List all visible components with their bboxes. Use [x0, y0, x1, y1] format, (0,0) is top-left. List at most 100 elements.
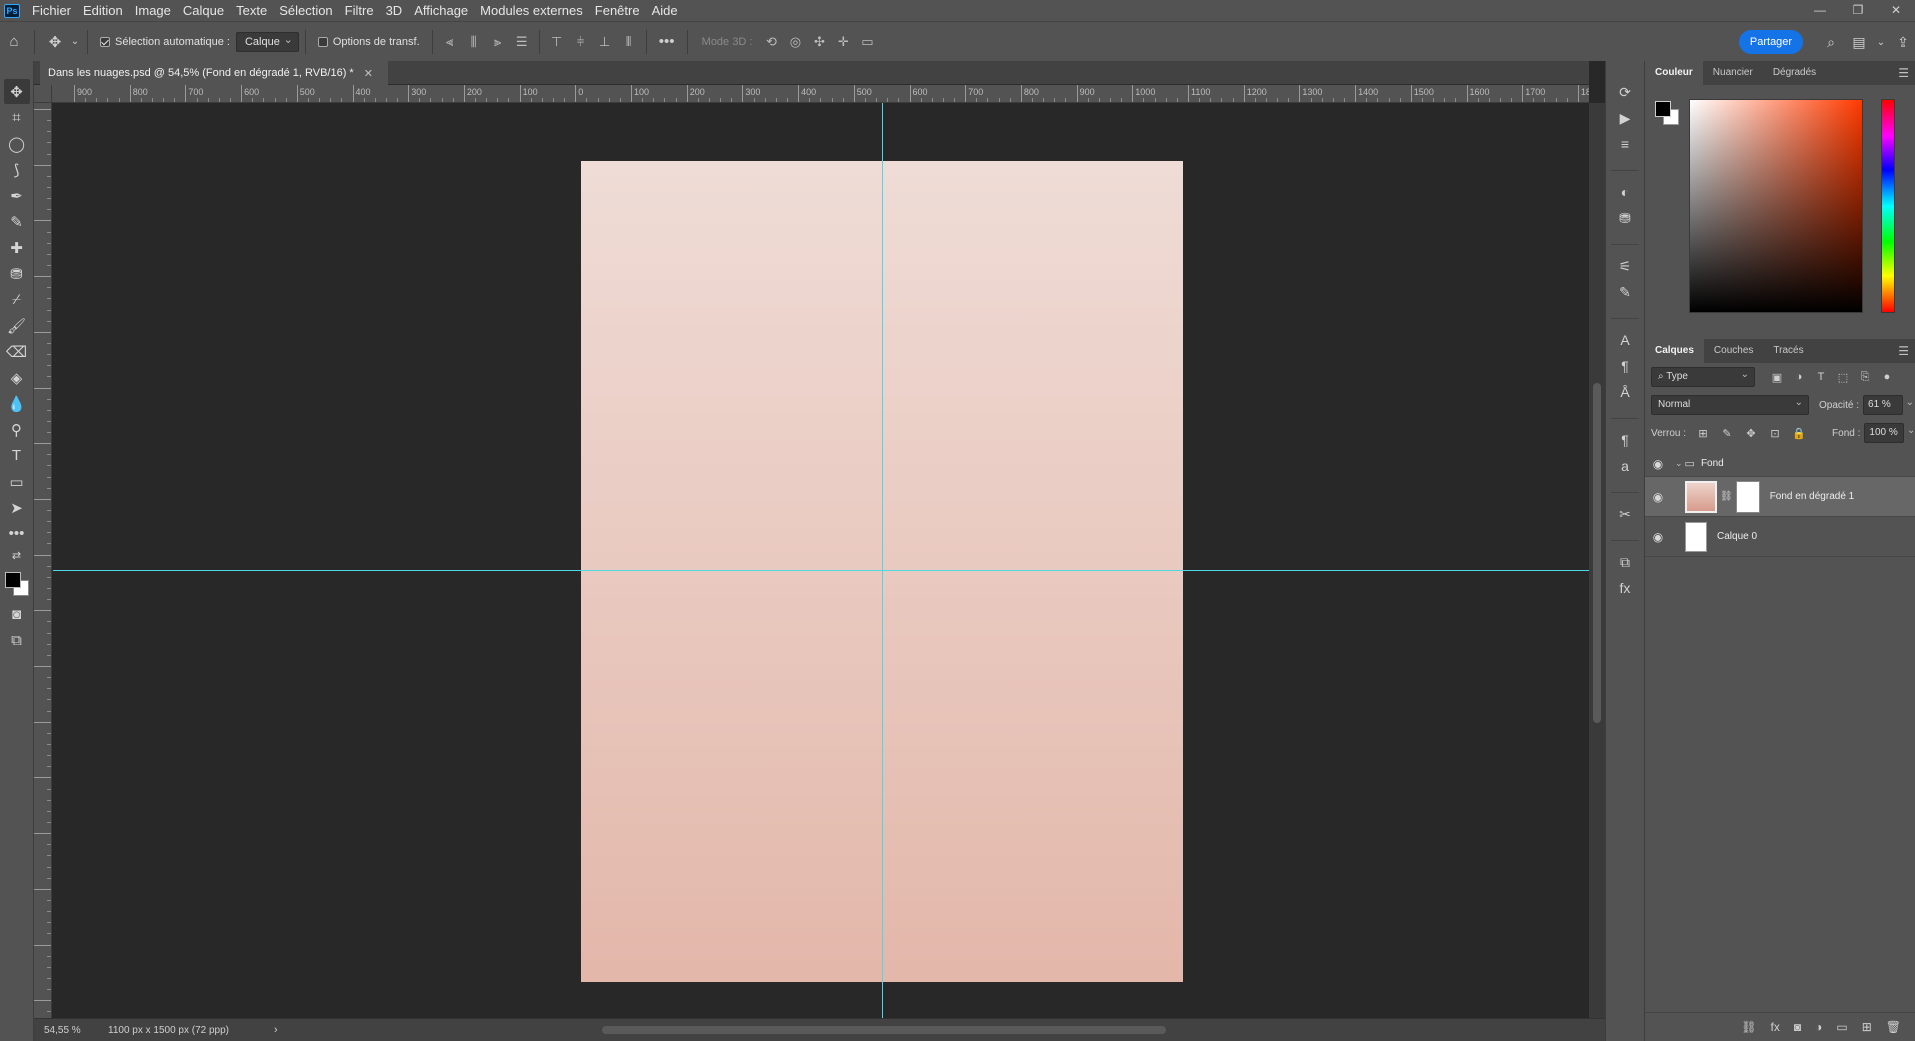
auto-select-toggle[interactable]: Sélection automatique :	[100, 36, 230, 48]
tab-degrades[interactable]: Dégradés	[1763, 61, 1826, 85]
adjustments-icon[interactable]: ≡	[1611, 131, 1639, 157]
share-button[interactable]: Partager	[1739, 30, 1803, 54]
eyedropper-icon[interactable]: ⌿	[4, 287, 30, 312]
menu-3d[interactable]: 3D	[380, 0, 409, 21]
layer-row[interactable]: ◉ ⛓ Fond en dégradé 1	[1645, 477, 1915, 517]
menu-image[interactable]: Image	[129, 0, 177, 21]
menu-fichier[interactable]: Fichier	[26, 0, 77, 21]
swap-colors-icon[interactable]: ⇄	[4, 547, 30, 563]
lock-position-icon[interactable]: ✥	[1744, 427, 1758, 440]
libraries-icon[interactable]: ⧉	[1611, 549, 1639, 575]
transform-controls-toggle[interactable]: Options de transf.	[317, 36, 420, 48]
auto-select-target-dropdown[interactable]: Calque	[235, 31, 299, 52]
visibility-eye-icon[interactable]: ◉	[1645, 530, 1671, 544]
vertical-scroll-thumb[interactable]	[1593, 383, 1601, 723]
rectangle-tool-icon[interactable]: ▭	[4, 469, 30, 494]
lock-transparency-icon[interactable]: ⊞	[1696, 427, 1710, 440]
filter-shape-icon[interactable]: ⬚	[1835, 371, 1851, 384]
layer-kind-filter[interactable]: ⌕ Type	[1651, 366, 1755, 387]
add-mask-icon[interactable]: ◙	[1794, 1020, 1801, 1034]
lock-all-icon[interactable]: 🔒	[1792, 427, 1806, 440]
actions-icon[interactable]: ▶	[1611, 105, 1639, 131]
paragraph-icon[interactable]: ¶	[1611, 353, 1639, 379]
layer-thumbnail[interactable]	[1685, 521, 1707, 552]
align-right-icon[interactable]: ⫸	[487, 31, 509, 53]
panel-menu-icon[interactable]: ☰	[1898, 66, 1909, 80]
distribute-h-icon[interactable]: ⫴	[618, 31, 640, 53]
filter-adjustment-icon[interactable]: ◑	[1791, 371, 1807, 384]
menu-edition[interactable]: Edition	[77, 0, 129, 21]
zoom-level[interactable]: 54,55 %	[34, 1025, 94, 1036]
chevron-down-icon[interactable]: ⌄	[1875, 30, 1887, 54]
align-top-icon[interactable]: ⊤	[546, 31, 568, 53]
lasso-tool-icon[interactable]: ⟆	[4, 157, 30, 182]
tab-traces[interactable]: Tracés	[1763, 339, 1813, 363]
menu-modules-externes[interactable]: Modules externes	[474, 0, 589, 21]
adjustment-layer-icon[interactable]: ◑	[1815, 1020, 1822, 1034]
move-tool-icon[interactable]: ✥	[3, 79, 30, 104]
type-tool-icon[interactable]: T	[4, 443, 30, 468]
hue-slider[interactable]	[1881, 99, 1895, 313]
menu-texte[interactable]: Texte	[230, 0, 273, 21]
quick-selection-icon[interactable]: ✎	[4, 209, 30, 234]
distribute-v-icon[interactable]: ☰	[511, 31, 533, 53]
minimize-button[interactable]: —	[1801, 0, 1839, 21]
color-picker-field[interactable]	[1689, 99, 1863, 313]
tools-settings-icon[interactable]: ✂	[1611, 501, 1639, 527]
menu-filtre[interactable]: Filtre	[339, 0, 380, 21]
visibility-eye-icon[interactable]: ◉	[1645, 457, 1671, 471]
screen-mode-icon[interactable]: ⧉	[4, 628, 30, 653]
panel-menu-icon[interactable]: ☰	[1898, 344, 1909, 358]
eraser-tool-icon[interactable]: ⌫	[4, 339, 30, 364]
new-layer-icon[interactable]: ⊞	[1862, 1020, 1872, 1034]
filter-toggle-icon[interactable]: ●	[1879, 371, 1895, 384]
path-selection-icon[interactable]: ➤	[4, 495, 30, 520]
expand-group-chevron-icon[interactable]: ⌄	[1675, 458, 1683, 469]
elliptical-marquee-icon[interactable]: ◯	[4, 131, 30, 156]
menu-selection[interactable]: Sélection	[273, 0, 338, 21]
workspace-icon[interactable]: ▤	[1847, 30, 1871, 54]
camera-3d-icon[interactable]: ▭	[856, 31, 878, 53]
paint-bucket-icon[interactable]: ◈	[4, 365, 30, 390]
healing-brush-icon[interactable]: ✚	[4, 235, 30, 260]
align-bottom-icon[interactable]: ⊥	[594, 31, 616, 53]
mask-thumbnail[interactable]	[1735, 480, 1760, 513]
layer-row[interactable]: ◉ Calque 0	[1645, 517, 1915, 557]
horizontal-ruler[interactable]: 900 800 700 600 500 400 300 200 100 0 100 200 300 400…	[34, 85, 1589, 103]
close-tab-icon[interactable]: ✕	[364, 67, 373, 80]
vertical-guide[interactable]	[882, 103, 883, 1018]
brush-tool-icon[interactable]: 🖌	[4, 313, 30, 338]
layer-row[interactable]: ◉ ⌄ ▭ Fond	[1645, 451, 1915, 477]
filter-type-icon[interactable]: T	[1813, 371, 1829, 384]
opacity-input[interactable]: 61 %	[1863, 394, 1914, 415]
dodge-tool-icon[interactable]: ⚲	[4, 417, 30, 442]
document-info[interactable]: 1100 px x 1500 px (72 ppp)	[94, 1025, 274, 1036]
menu-affichage[interactable]: Affichage	[408, 0, 474, 21]
tab-calques[interactable]: Calques	[1645, 339, 1704, 363]
blend-mode-dropdown[interactable]: Normal	[1651, 394, 1809, 415]
menu-calque[interactable]: Calque	[177, 0, 230, 21]
lock-pixels-icon[interactable]: ✎	[1720, 427, 1734, 440]
new-group-icon[interactable]: ▭	[1836, 1020, 1847, 1034]
quick-mask-icon[interactable]: ◙	[4, 602, 30, 627]
tab-couches[interactable]: Couches	[1704, 339, 1763, 363]
vertical-ruler[interactable]	[34, 103, 52, 1018]
menu-aide[interactable]: Aide	[646, 0, 684, 21]
brush-settings-icon[interactable]: ⚟	[1611, 253, 1639, 279]
character-icon[interactable]: A	[1611, 327, 1639, 353]
move-tool-preset-icon[interactable]: ✥	[41, 28, 69, 56]
lock-artboard-icon[interactable]: ⊡	[1768, 427, 1782, 440]
link-layers-icon[interactable]: ⛓	[1741, 1020, 1756, 1034]
document-tab[interactable]: Dans les nuages.psd @ 54,5% (Fond en dég…	[40, 61, 388, 85]
horizontal-scrollbar[interactable]	[274, 1025, 1594, 1035]
clone-source-icon[interactable]: ⛃	[1611, 205, 1639, 231]
more-options-icon[interactable]: •••	[653, 28, 681, 56]
restore-button[interactable]: ❐	[1839, 0, 1877, 21]
layer-style-fx-icon[interactable]: fx	[1771, 1020, 1780, 1034]
horizontal-scroll-thumb[interactable]	[602, 1026, 1166, 1034]
brushes-icon[interactable]: ✎	[1611, 279, 1639, 305]
align-middle-icon[interactable]: ⫩	[570, 31, 592, 53]
panel-foreground-swatch[interactable]	[1655, 101, 1671, 117]
delete-layer-icon[interactable]: 🗑	[1886, 1020, 1901, 1034]
vertical-scrollbar[interactable]	[1589, 103, 1605, 1018]
